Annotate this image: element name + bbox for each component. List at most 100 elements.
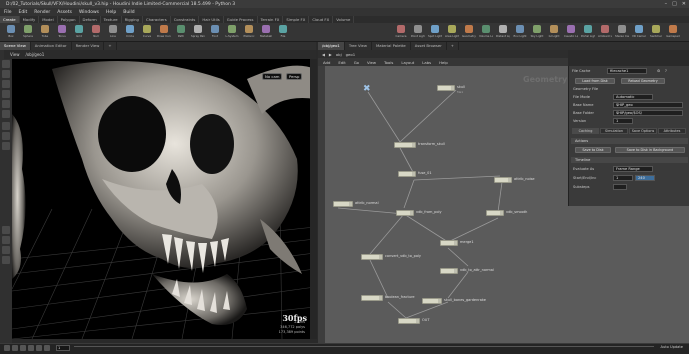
shelf-tab-polygon[interactable]: Polygon xyxy=(58,16,80,23)
pose-tool-icon[interactable] xyxy=(2,110,10,118)
tool-point-light[interactable]: Point Light xyxy=(411,25,425,41)
shelf-tab-create[interactable]: Create xyxy=(0,16,20,23)
viewport-path[interactable]: /obj/geo1 xyxy=(26,52,45,57)
save-to-disk-button[interactable]: Save to Disk xyxy=(575,147,611,153)
tool-spray-paint[interactable]: Spray Paint xyxy=(191,25,205,41)
brush-tool-icon[interactable] xyxy=(2,142,10,150)
tool-portal-light[interactable]: Portal Light xyxy=(581,25,595,41)
minimize-button[interactable]: – xyxy=(665,1,668,7)
shelf-tab-hair-utils[interactable]: Hair Utils xyxy=(199,16,224,23)
tool-file[interactable]: File xyxy=(276,25,290,41)
menu-build[interactable]: Build xyxy=(123,10,134,15)
network-node[interactable] xyxy=(394,142,416,148)
tool-tube[interactable]: Tube xyxy=(38,25,52,41)
back-icon[interactable]: ◀ xyxy=(322,52,325,57)
menu-render[interactable]: Render xyxy=(34,10,50,15)
tab-network-path[interactable]: /obj/geo1 xyxy=(318,42,345,50)
tab-attributes[interactable]: Attributes xyxy=(658,128,686,134)
magnet-tool-icon[interactable] xyxy=(2,246,10,254)
tool-platonic[interactable]: Platonic xyxy=(242,25,256,41)
tool-grid[interactable]: Grid xyxy=(72,25,86,41)
tool-draw-curve[interactable]: Draw Curve xyxy=(157,25,171,41)
move-tool-icon[interactable] xyxy=(2,70,10,78)
load-from-disk-toggle[interactable]: Load from Disk xyxy=(575,78,615,84)
step-back-button[interactable] xyxy=(12,345,18,351)
tool-font[interactable]: Font xyxy=(208,25,222,41)
network-menu-help[interactable]: Help xyxy=(439,60,448,65)
shelf-tab-simple-fx[interactable]: Simple FX xyxy=(283,16,310,23)
timeline-update-mode[interactable]: Auto Update xyxy=(660,345,683,349)
tool-ambient-light[interactable]: Ambient Light xyxy=(598,25,612,41)
network-node[interactable] xyxy=(486,210,504,216)
tool-gamepad[interactable]: Gamepad xyxy=(666,25,680,41)
network-node[interactable] xyxy=(440,240,458,246)
help-icon[interactable]: ? xyxy=(665,69,667,73)
handle-tool-icon[interactable] xyxy=(2,100,10,108)
network-menu-tools[interactable]: Tools xyxy=(384,60,393,65)
tool-env-light[interactable]: Env Light xyxy=(513,25,527,41)
network-node[interactable] xyxy=(494,177,512,183)
current-frame-field[interactable]: 1 xyxy=(56,345,70,351)
camera-menu-button[interactable]: No cam xyxy=(262,73,283,80)
tab-scene-view[interactable]: Scene View xyxy=(0,42,31,50)
tool-torus[interactable]: Torus xyxy=(55,25,69,41)
range-end-field[interactable]: 240 xyxy=(635,175,655,181)
shelf-tab-guide-process[interactable]: Guide Process xyxy=(224,16,258,23)
network-node[interactable] xyxy=(396,210,414,216)
tool-sky-light[interactable]: Sky Light xyxy=(530,25,544,41)
timeline-ruler[interactable] xyxy=(74,346,654,351)
shelf-tab-cloud-fx[interactable]: Cloud FX xyxy=(309,16,334,23)
tool-line[interactable]: Line xyxy=(106,25,120,41)
tool-caustic-light[interactable]: Caustic Light xyxy=(564,25,578,41)
tool-gi-light[interactable]: GI Light xyxy=(547,25,561,41)
reload-geometry-button[interactable]: Reload Geometry xyxy=(621,78,665,84)
shelf-tab-modify[interactable]: Modify xyxy=(20,16,40,23)
play-button[interactable] xyxy=(36,345,42,351)
network-menu-go[interactable]: Go xyxy=(354,60,359,65)
forward-icon[interactable]: ▶ xyxy=(329,52,332,57)
network-node[interactable] xyxy=(333,201,353,207)
tab-animation-editor[interactable]: Animation Editor xyxy=(31,42,72,50)
shelf-tab-rigging[interactable]: Rigging xyxy=(122,16,143,23)
network-menu-layout[interactable]: Layout xyxy=(401,60,414,65)
tool-switcher[interactable]: Switcher xyxy=(649,25,663,41)
network-node[interactable] xyxy=(422,298,442,304)
file-mode-select[interactable]: Automatic xyxy=(613,94,653,100)
wire-tool-icon[interactable] xyxy=(2,236,10,244)
version-field[interactable]: 1 xyxy=(613,118,633,124)
network-node-path[interactable]: geo1 xyxy=(346,52,356,57)
scene-viewport[interactable]: No cam Persp 30fps 2.5ms 346,772 polys 1… xyxy=(12,59,315,339)
section-actions[interactable]: Actions xyxy=(571,138,688,144)
shelf-tab-constraints[interactable]: Constraints xyxy=(171,16,200,23)
tool-spot-light[interactable]: Spot Light xyxy=(428,25,442,41)
tool-path[interactable]: Path xyxy=(174,25,188,41)
maximize-button[interactable]: □ xyxy=(672,1,677,7)
network-node[interactable] xyxy=(440,268,458,274)
tool-metaball[interactable]: Metaball xyxy=(259,25,273,41)
section-timeline[interactable]: Timeline xyxy=(571,157,688,163)
network-node[interactable] xyxy=(361,254,383,260)
object-merge-node-icon[interactable]: ✖ xyxy=(362,84,372,94)
menu-edit[interactable]: Edit xyxy=(19,10,28,15)
add-tab-button[interactable]: + xyxy=(104,42,117,50)
play-reverse-button[interactable] xyxy=(20,345,26,351)
tool-circle[interactable]: Circle xyxy=(123,25,137,41)
tab-render-view[interactable]: Render View xyxy=(72,42,105,50)
evaluate-as-select[interactable]: Frame Range xyxy=(613,166,653,172)
shelf-tab-model[interactable]: Model xyxy=(39,16,58,23)
tool-area-light[interactable]: Area Light xyxy=(445,25,459,41)
pin-tool-icon[interactable] xyxy=(2,226,10,234)
view-tool-icon[interactable] xyxy=(2,122,10,130)
gear-icon[interactable]: ⚙ xyxy=(657,69,660,73)
tab-simulation[interactable]: Simulation xyxy=(600,128,628,134)
select-tool-icon[interactable] xyxy=(2,60,10,68)
tool-curve[interactable]: Curve xyxy=(140,25,154,41)
add-tab-button[interactable]: + xyxy=(447,42,459,50)
menu-file[interactable]: File xyxy=(4,10,12,15)
network-menu-labs[interactable]: Labs xyxy=(422,60,431,65)
network-node[interactable] xyxy=(437,85,455,91)
tool-distant-light[interactable]: Distant Light xyxy=(496,25,510,41)
tab-material-palette[interactable]: Material Palette xyxy=(372,42,411,50)
persp-menu-button[interactable]: Persp xyxy=(286,73,303,80)
tool-geometry-light[interactable]: Geometry Light xyxy=(462,25,476,41)
